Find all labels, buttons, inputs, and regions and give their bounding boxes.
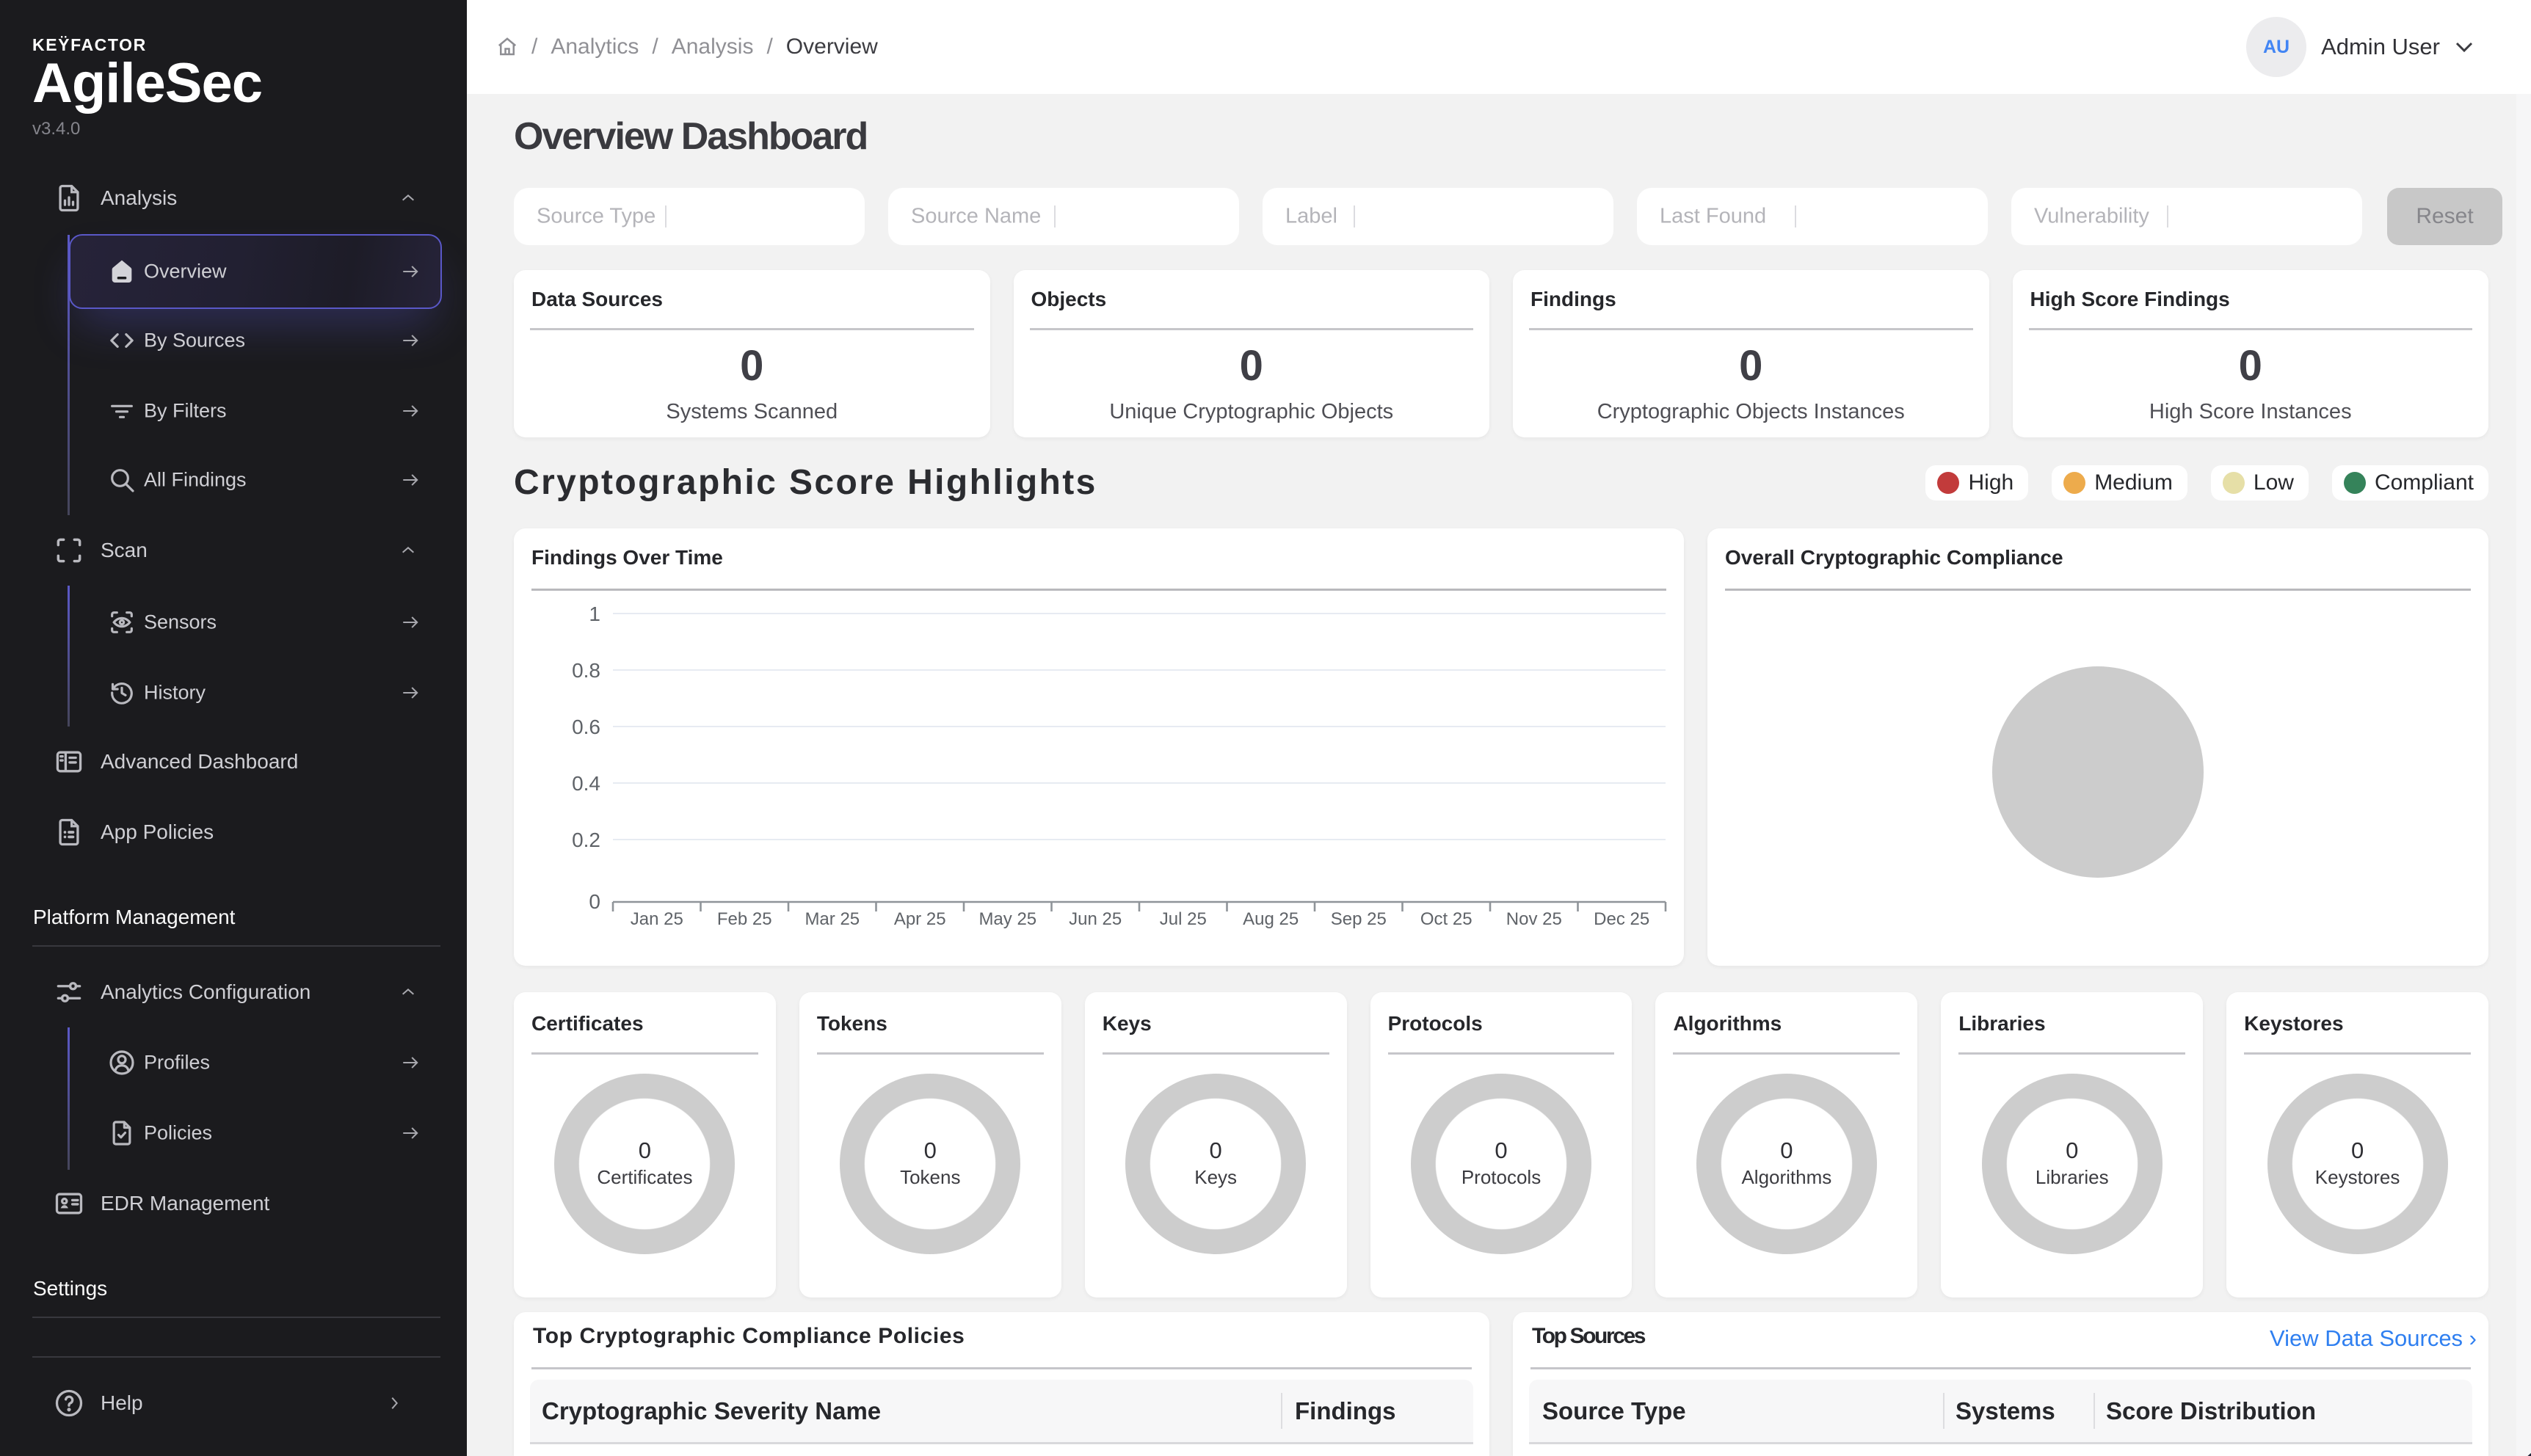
svg-text:Jul 25: Jul 25	[1160, 909, 1207, 929]
svg-text:Oct 25: Oct 25	[1420, 909, 1473, 929]
svg-text:0.4: 0.4	[572, 772, 600, 795]
svg-text:0.8: 0.8	[572, 659, 600, 682]
svg-text:0: 0	[589, 890, 600, 913]
svg-text:Nov 25: Nov 25	[1506, 909, 1562, 929]
svg-text:0.6: 0.6	[572, 716, 600, 738]
svg-text:0.2: 0.2	[572, 829, 600, 851]
svg-text:Dec 25: Dec 25	[1594, 909, 1649, 929]
svg-text:Jun 25: Jun 25	[1069, 909, 1122, 929]
svg-text:Aug 25: Aug 25	[1243, 909, 1299, 929]
svg-text:Sep 25: Sep 25	[1331, 909, 1387, 929]
svg-text:Mar 25: Mar 25	[805, 909, 860, 929]
svg-text:May 25: May 25	[978, 909, 1036, 929]
svg-text:Feb 25: Feb 25	[717, 909, 772, 929]
svg-text:Apr 25: Apr 25	[894, 909, 946, 929]
svg-text:Jan 25: Jan 25	[631, 909, 683, 929]
svg-text:1: 1	[589, 603, 600, 625]
